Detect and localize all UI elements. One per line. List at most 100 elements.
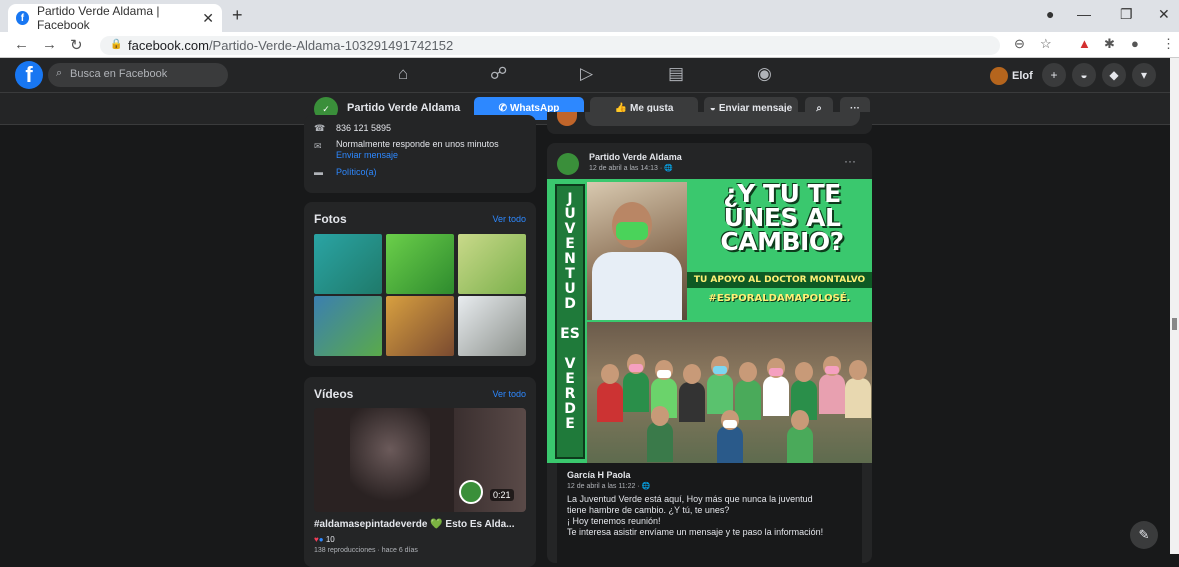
strip-letter: V — [564, 221, 576, 237]
person — [623, 372, 649, 412]
person — [795, 362, 813, 382]
strip-letter: J — [567, 191, 573, 207]
bookmark-star-icon[interactable]: ☆ — [1040, 36, 1052, 52]
notifications-bell-icon[interactable]: ◆ — [1102, 63, 1126, 87]
photos-title[interactable]: Fotos — [314, 212, 347, 226]
tab-title: Partido Verde Aldama | Facebook — [36, 4, 160, 32]
lock-icon: 🔒 — [110, 39, 123, 50]
face-mask — [769, 368, 783, 376]
address-bar-row: ← → ↻ 🔒 facebook.com/Partido-Verde-Aldam… — [0, 32, 1179, 58]
person — [819, 374, 845, 414]
comment-line: ¡ Hoy tenemos reunión! — [567, 516, 661, 526]
restore-button[interactable]: ❐ — [1120, 6, 1133, 23]
strip-letter: E — [565, 416, 575, 432]
back-arrow-icon[interactable]: ← — [14, 36, 29, 53]
strip-letter: ES — [560, 326, 580, 342]
avatar[interactable] — [557, 153, 579, 175]
new-tab-button[interactable]: + — [232, 5, 243, 26]
profile-chip[interactable]: Elof — [990, 64, 1033, 87]
comment-input[interactable] — [585, 112, 860, 126]
videos-see-all-link[interactable]: Ver todo — [492, 389, 526, 399]
comment-timestamp[interactable]: 12 de abril a las 11:22 · 🌐 — [567, 482, 650, 490]
messenger-icon[interactable]: ◒ — [1072, 63, 1096, 87]
strip-letter: U — [564, 206, 576, 222]
new-message-button[interactable]: ✎ — [1130, 521, 1158, 549]
face-mask — [713, 366, 727, 374]
account-circle-icon[interactable]: ● — [1046, 6, 1054, 22]
comment-author[interactable]: García H Paola — [567, 470, 631, 480]
zoom-icon[interactable]: ⊖ — [1014, 36, 1025, 52]
search-placeholder: Busca en Facebook — [70, 68, 168, 80]
phone-icon: ☎ — [314, 123, 326, 133]
shared-post-caption: García H Paola 12 de abril a las 11:22 ·… — [557, 463, 862, 563]
friends-icon[interactable]: ☍ — [490, 64, 507, 84]
tab-close-icon[interactable]: ✕ — [202, 10, 214, 27]
poster-hashtag: #ESPORALDAMAPOLOSÉ. — [708, 293, 851, 304]
forward-arrow-icon[interactable]: → — [42, 36, 57, 53]
photos-see-all-link[interactable]: Ver todo — [492, 214, 526, 224]
verde-logo-icon — [459, 480, 483, 504]
extension-icon[interactable]: ▲ — [1078, 36, 1091, 51]
post-author[interactable]: Partido Verde Aldama — [589, 152, 682, 162]
person — [717, 426, 743, 466]
page-scrollbar[interactable] — [1170, 58, 1179, 554]
person — [679, 382, 705, 422]
face-mask — [657, 370, 671, 378]
photo-thumbnail[interactable] — [458, 296, 526, 356]
video-thumbnail[interactable]: 0:21 — [314, 408, 526, 512]
facebook-top-bar: f ⌕ Busca en Facebook ⌂ ☍ ▷ ▤ ◉ Elof + ◒… — [0, 58, 1179, 93]
reaction-count: 10 — [325, 535, 335, 544]
video-views: 138 reproducciones · hace 6 días — [314, 547, 418, 554]
browser-menu-icon[interactable]: ⋮ — [1162, 36, 1175, 52]
photos-card: Fotos Ver todo — [304, 202, 536, 366]
facebook-logo-icon[interactable]: f — [15, 61, 43, 89]
photo-thumbnail[interactable] — [314, 234, 382, 294]
comment-text: La Juventud Verde está aquí, Hoy más que… — [567, 494, 857, 538]
person — [791, 410, 809, 430]
profile-avatar-icon[interactable]: ● — [1131, 36, 1139, 51]
post-image[interactable]: J U V E N T U D ES V E R D E ¿Y TU TE ÚN… — [547, 179, 872, 466]
phone-number[interactable]: 836 121 5895 — [336, 123, 391, 133]
message-icon: ✉ — [314, 141, 322, 151]
browser-tab[interactable]: f Partido Verde Aldama | Facebook ✕ — [8, 4, 222, 32]
reload-icon[interactable]: ↻ — [70, 36, 83, 54]
photo-thumbnail[interactable] — [386, 296, 454, 356]
url-domain: facebook.com — [128, 38, 209, 53]
groups-icon[interactable]: ◉ — [757, 64, 772, 84]
watch-icon[interactable]: ▷ — [580, 64, 593, 84]
whatsapp-icon: ✆ — [498, 103, 507, 114]
compose-icon: ✎ — [1138, 527, 1150, 542]
video-title[interactable]: #aldamasepintadeverde 💚 Esto Es Alda... — [314, 519, 515, 530]
page-name[interactable]: Partido Verde Aldama — [347, 102, 460, 114]
marketplace-icon[interactable]: ▤ — [668, 64, 684, 84]
send-message-link[interactable]: Enviar mensaje — [336, 150, 398, 160]
avatar — [990, 66, 1008, 85]
home-icon[interactable]: ⌂ — [398, 64, 408, 84]
close-window-button[interactable]: ✕ — [1158, 6, 1170, 23]
url-field[interactable]: 🔒 facebook.com/Partido-Verde-Aldama-1032… — [100, 36, 1000, 55]
account-dropdown-icon[interactable]: ▾ — [1132, 63, 1156, 87]
browser-tab-bar: f Partido Verde Aldama | Facebook ✕ + ● … — [0, 0, 1179, 32]
strip-letter: E — [565, 236, 575, 252]
minimize-button[interactable]: — — [1077, 6, 1091, 22]
previous-post-footer — [547, 112, 872, 134]
photo-thumbnail[interactable] — [386, 234, 454, 294]
search-input[interactable]: ⌕ Busca en Facebook — [48, 63, 228, 87]
create-plus-icon[interactable]: + — [1042, 63, 1066, 87]
person — [647, 422, 673, 462]
extensions-puzzle-icon[interactable]: ✱ — [1104, 36, 1115, 52]
response-time: Normalmente responde en unos minutos — [336, 139, 499, 149]
post-more-button[interactable]: ··· — [844, 154, 856, 168]
videos-title[interactable]: Vídeos — [314, 387, 353, 401]
page-info-card: ☎ 836 121 5895 ✉ Normalmente responde en… — [304, 115, 536, 193]
strip-letter: D — [564, 296, 576, 312]
scrollbar-thumb[interactable] — [1172, 318, 1177, 330]
photo-thumbnail[interactable] — [314, 296, 382, 356]
search-icon: ⌕ — [56, 67, 63, 79]
category-icon: ▬ — [314, 167, 323, 177]
profile-name: Elof — [1012, 69, 1033, 82]
category-link[interactable]: Político(a) — [336, 167, 377, 177]
post-timestamp[interactable]: 12 de abril a las 14:13 · 🌐 — [589, 164, 673, 172]
strip-letter: V — [564, 356, 576, 372]
photo-thumbnail[interactable] — [458, 234, 526, 294]
